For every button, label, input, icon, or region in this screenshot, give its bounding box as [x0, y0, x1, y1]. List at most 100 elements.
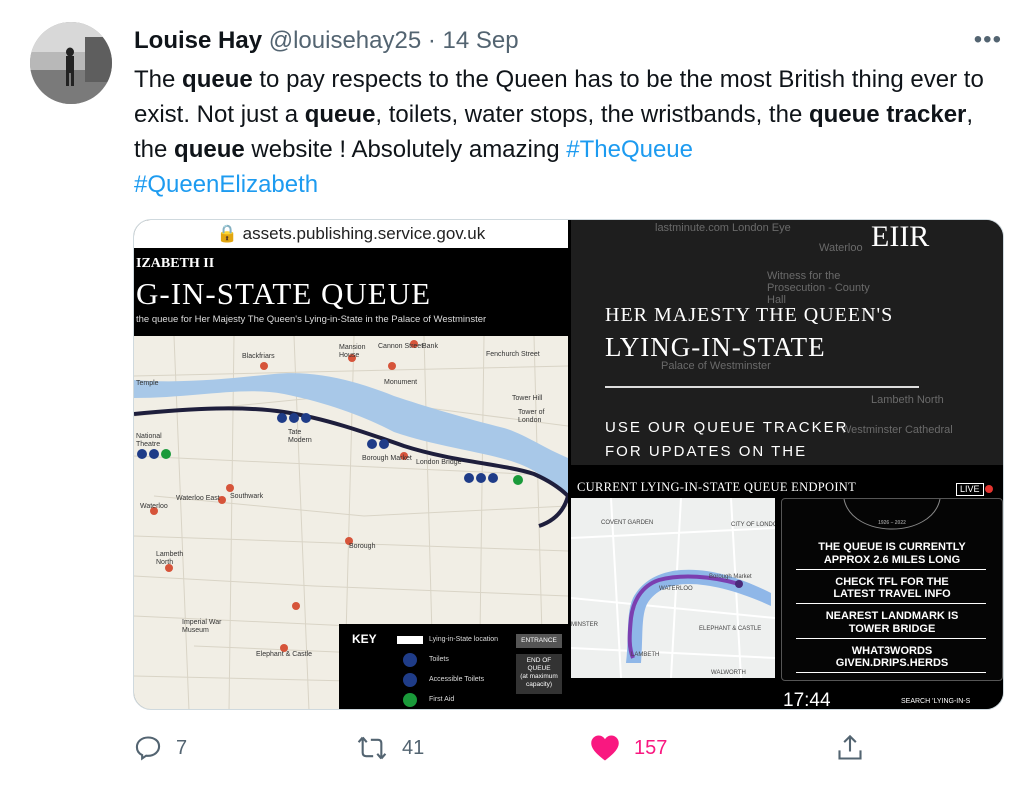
live-dot-icon [985, 485, 993, 493]
map-key: KEY Lying-in-State location Toilets Acce… [339, 624, 568, 709]
tweet-text: The queue to pay respects to the Queen h… [134, 62, 994, 202]
divider-arrow [796, 569, 986, 570]
svg-text:Fenchurch Street: Fenchurch Street [486, 351, 540, 358]
svg-text:Southwark: Southwark [230, 493, 264, 500]
info-line: LATEST TRAVEL INFO [833, 588, 951, 600]
more-options-icon[interactable]: ••• [974, 26, 1002, 54]
share-button[interactable] [836, 734, 878, 762]
promo-divider [605, 386, 919, 388]
tracker-clock: 17:44 [783, 690, 831, 710]
hashtag-link[interactable]: #TheQueue [566, 136, 693, 163]
svg-text:North: North [156, 559, 173, 566]
header-separator: · [427, 27, 436, 54]
text-segment: , toilets, water stops, the wristbands, … [375, 101, 809, 128]
svg-text:Elephant & Castle: Elephant & Castle [256, 651, 312, 658]
reply-count: 7 [176, 736, 188, 759]
svg-text:Museum: Museum [182, 627, 209, 634]
svg-text:Blackfriars: Blackfriars [242, 353, 275, 360]
media-image-queue-tracker[interactable]: CURRENT LYING-IN-STATE QUEUE ENDPOINT LI… [571, 468, 1003, 710]
promo-line-3: USE OUR QUEUE TRACKER [605, 419, 849, 436]
map-title-banner: IZABETH II G-IN-STATE QUEUE the queue fo… [134, 248, 568, 336]
retweet-button[interactable]: 41 [356, 734, 424, 762]
key-icons [397, 636, 423, 707]
author-handle[interactable]: @louisehay25 [269, 27, 421, 54]
svg-text:Tate: Tate [288, 429, 301, 436]
info-line: APPROX 2.6 MILES LONG [823, 554, 961, 566]
text-segment: website ! Absolutely amazing [244, 136, 567, 163]
svg-text:Borough Market: Borough Market [709, 574, 752, 580]
promo-line-4: FOR UPDATES ON THE [605, 443, 808, 460]
svg-text:London Bridge: London Bridge [416, 459, 462, 466]
svg-text:Cannon Street: Cannon Street [378, 343, 423, 350]
like-button[interactable]: 157 [590, 734, 667, 762]
url-text: assets.publishing.service.gov.uk [242, 224, 486, 243]
bg-map-label: lastminute.com London Eye [655, 222, 791, 234]
text-segment-bold: queue [174, 136, 245, 163]
info-line: NEAREST LANDMARK IS [825, 610, 959, 622]
author-name[interactable]: Louise Hay [134, 27, 262, 54]
lock-icon: 🔒 [216, 224, 238, 243]
avatar[interactable] [30, 22, 112, 104]
url-bar: 🔒 assets.publishing.service.gov.uk [134, 220, 568, 248]
bg-map-label: Westminster Cathedral [841, 424, 953, 436]
heart-icon [591, 735, 619, 761]
promo-line-2: LYING-IN-STATE [605, 332, 826, 362]
text-segment: The [134, 66, 183, 93]
reply-button[interactable]: 7 [134, 734, 187, 762]
svg-text:Tower of: Tower of [518, 409, 545, 416]
key-entrance: ENTRANCE [516, 634, 562, 648]
retweet-icon [357, 736, 387, 760]
key-end-of-queue-label: END OF QUEUE [526, 657, 552, 672]
key-item: Toilets [429, 656, 449, 663]
map-kicker: IZABETH II [136, 256, 215, 271]
text-segment-bold: queue tracker [808, 101, 967, 128]
media-image-queue-map[interactable]: 🔒 assets.publishing.service.gov.uk IZABE… [134, 220, 568, 709]
key-end-of-queue-note: (at maximum capacity) [520, 673, 558, 688]
years-label: 1926 – 2022 [878, 520, 906, 526]
svg-text:WALWORTH: WALWORTH [711, 670, 746, 676]
svg-text:Monument: Monument [384, 379, 417, 386]
svg-text:National: National [136, 433, 162, 440]
tracker-map: COVENT GARDEN WATERLOO LAMBETH ELEPHANT … [571, 498, 775, 678]
media-image-lying-in-state-promo[interactable]: lastminute.com London Eye Waterloo Witne… [571, 220, 1003, 465]
map-subtitle: the queue for Her Majesty The Queen's Ly… [136, 314, 487, 325]
svg-text:Modern: Modern [288, 437, 312, 444]
text-segment-bold: queue [182, 66, 253, 93]
live-badge: LIVE [956, 483, 984, 496]
key-item: Accessible Toilets [429, 676, 485, 683]
svg-text:Mansion: Mansion [339, 344, 366, 351]
svg-text:Imperial War: Imperial War [182, 619, 222, 626]
tweet-actions: 7 41 157 [0, 734, 1024, 768]
svg-text:COVENT GARDEN: COVENT GARDEN [601, 520, 653, 526]
svg-text:London: London [518, 417, 541, 424]
key-item: First Aid [429, 696, 455, 703]
bg-map-label: Witness for the Prosecution - County Hal… [767, 270, 870, 306]
reply-icon [135, 736, 161, 761]
svg-text:ELEPHANT & CASTLE: ELEPHANT & CASTLE [699, 626, 761, 632]
svg-text:Bank: Bank [422, 343, 438, 350]
info-line: THE QUEUE IS CURRENTLY [818, 541, 966, 553]
retweet-count: 41 [402, 736, 425, 759]
info-line: TOWER BRIDGE [848, 623, 936, 635]
svg-text:Lambeth: Lambeth [156, 551, 183, 558]
tweet-date[interactable]: 14 Sep [443, 27, 519, 54]
bg-map-label: Waterloo [819, 242, 863, 254]
hashtag-link[interactable]: #QueenElizabeth [134, 171, 318, 198]
tracker-info-panel: 1926 – 2022 THE QUEUE IS CURRENTLY APPRO… [781, 498, 1003, 681]
tracker-header: CURRENT LYING-IN-STATE QUEUE ENDPOINT [577, 480, 857, 494]
svg-text:House: House [339, 352, 359, 359]
like-count: 157 [634, 736, 668, 759]
svg-text:WATERLOO: WATERLOO [659, 586, 693, 592]
svg-text:Borough Market: Borough Market [362, 455, 412, 462]
svg-text:CITY OF LONDON: CITY OF LONDON [731, 522, 775, 528]
svg-text:Borough: Borough [349, 543, 376, 550]
svg-text:Waterloo: Waterloo [140, 503, 168, 510]
key-title: KEY [352, 632, 377, 646]
map-title: G-IN-STATE QUEUE [136, 276, 432, 311]
divider-arrow [796, 603, 986, 604]
key-item: Lying-in-State location [429, 636, 499, 643]
svg-text:Temple: Temple [136, 380, 159, 387]
promo-line-1: HER MAJESTY THE QUEEN'S [605, 304, 894, 326]
royal-cypher-logo: EIIR [871, 220, 930, 253]
divider-arrow [796, 672, 986, 673]
